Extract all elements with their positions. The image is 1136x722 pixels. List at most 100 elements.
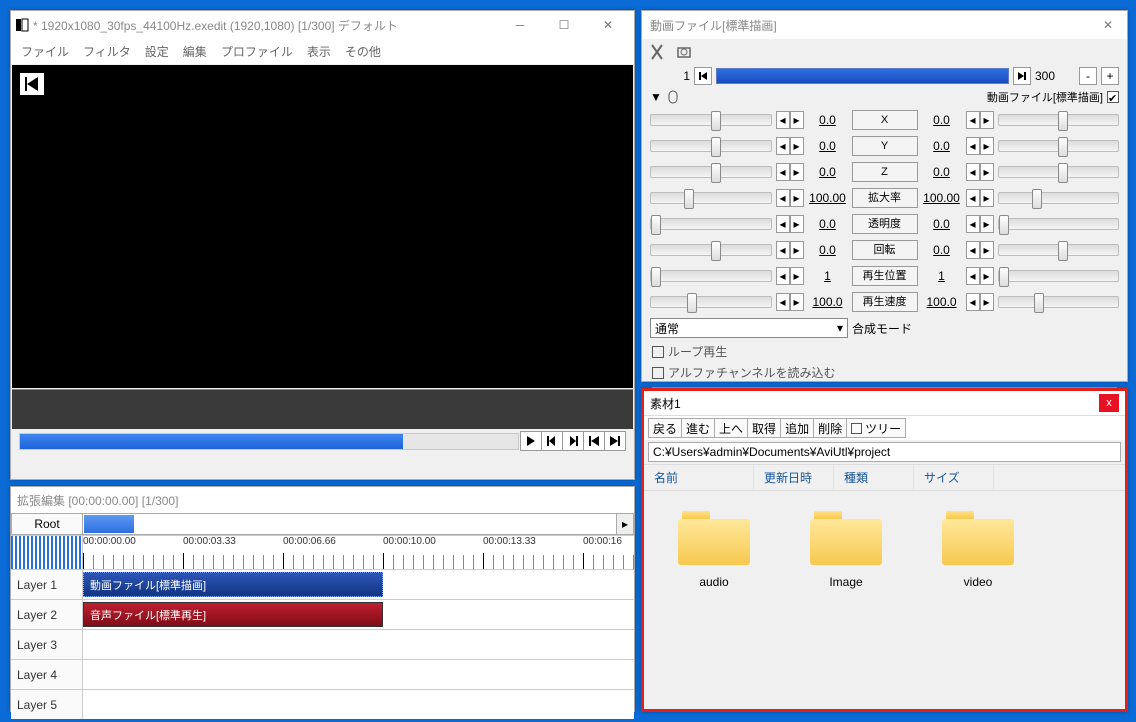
param-button[interactable]: 再生位置 (852, 266, 918, 286)
play-button[interactable] (520, 431, 542, 451)
col-date[interactable]: 更新日時 (754, 465, 834, 490)
spin-up[interactable]: ▸ (790, 215, 804, 233)
fb-up-button[interactable]: 上へ (714, 418, 748, 438)
spin-down[interactable]: ◂ (966, 215, 980, 233)
slider-right[interactable] (998, 270, 1120, 282)
spin-up[interactable]: ▸ (790, 267, 804, 285)
spin-up[interactable]: ▸ (790, 111, 804, 129)
spin-up[interactable]: ▸ (980, 293, 994, 311)
seek-start-button[interactable] (694, 67, 712, 85)
fb-close-button[interactable]: x (1099, 394, 1119, 412)
seek-scrollbar[interactable] (19, 433, 519, 450)
menu-edit[interactable]: 編集 (183, 43, 207, 60)
value-right[interactable]: 0.0 (922, 139, 962, 153)
fb-back-button[interactable]: 戻る (648, 418, 682, 438)
goto-start-icon[interactable] (20, 73, 44, 95)
timeline-title[interactable]: 拡張編集 [00:00:00.00] [1/300] (11, 487, 634, 513)
clip-video[interactable]: 動画ファイル[標準描画] (83, 572, 383, 597)
slider-left[interactable] (650, 270, 772, 282)
layer-track[interactable] (83, 690, 634, 719)
spin-up[interactable]: ▸ (980, 189, 994, 207)
slider-right[interactable] (998, 218, 1120, 230)
spin-down[interactable]: ◂ (776, 111, 790, 129)
loop-checkbox[interactable] (652, 346, 664, 358)
fb-get-button[interactable]: 取得 (747, 418, 781, 438)
spin-up[interactable]: ▸ (790, 137, 804, 155)
slider-right[interactable] (998, 114, 1120, 126)
value-right[interactable]: 100.00 (922, 191, 962, 205)
seek-bar[interactable] (716, 68, 1009, 84)
slider-left[interactable] (650, 296, 772, 308)
spin-up[interactable]: ▸ (980, 267, 994, 285)
value-left[interactable]: 0.0 (808, 165, 848, 179)
layer-label[interactable]: Layer 2 (11, 600, 83, 629)
slider-left[interactable] (650, 218, 772, 230)
enable-checkbox[interactable]: ✔ (1107, 91, 1119, 103)
main-titlebar[interactable]: * 1920x1080_30fps_44100Hz.exedit (1920,1… (11, 11, 634, 39)
menu-profile[interactable]: プロファイル (221, 43, 293, 60)
value-right[interactable]: 0.0 (922, 113, 962, 127)
slider-right[interactable] (998, 166, 1120, 178)
menu-setting[interactable]: 設定 (145, 43, 169, 60)
slider-right[interactable] (998, 140, 1120, 152)
close-button[interactable]: ✕ (586, 11, 630, 39)
fb-add-button[interactable]: 追加 (780, 418, 814, 438)
spin-up[interactable]: ▸ (790, 293, 804, 311)
slider-left[interactable] (650, 244, 772, 256)
spin-up[interactable]: ▸ (980, 137, 994, 155)
time-ruler[interactable]: 00:00:00.00 00:00:03.33 00:00:06.66 00:0… (83, 536, 634, 569)
value-left[interactable]: 0.0 (808, 217, 848, 231)
menu-view[interactable]: 表示 (307, 43, 331, 60)
slider-left[interactable] (650, 166, 772, 178)
value-left[interactable]: 0.0 (808, 139, 848, 153)
video-preview[interactable] (12, 65, 633, 388)
alpha-checkbox[interactable] (652, 367, 664, 379)
spin-down[interactable]: ◂ (776, 215, 790, 233)
camera-icon[interactable] (676, 43, 694, 61)
fb-path-input[interactable] (648, 442, 1121, 462)
spin-down[interactable]: ◂ (966, 293, 980, 311)
layer-label[interactable]: Layer 3 (11, 630, 83, 659)
param-button[interactable]: X (852, 110, 918, 130)
spin-down[interactable]: ◂ (966, 189, 980, 207)
scroll-right-button[interactable]: ▸ (616, 514, 633, 534)
layer-track[interactable]: 動画ファイル[標準描画] (83, 570, 634, 599)
value-right[interactable]: 1 (922, 269, 962, 283)
layer-label[interactable]: Layer 1 (11, 570, 83, 599)
param-button[interactable]: 拡大率 (852, 188, 918, 208)
seek-end-button[interactable] (1013, 67, 1031, 85)
prev-frame-button[interactable] (541, 431, 563, 451)
spin-up[interactable]: ▸ (980, 163, 994, 181)
spin-down[interactable]: ◂ (776, 293, 790, 311)
timeline-hscroll[interactable]: ▸ (82, 513, 634, 535)
spin-down[interactable]: ◂ (776, 137, 790, 155)
value-right[interactable]: 0.0 (922, 165, 962, 179)
col-size[interactable]: サイズ (914, 465, 994, 490)
spin-up[interactable]: ▸ (790, 189, 804, 207)
spin-down[interactable]: ◂ (776, 267, 790, 285)
prop-titlebar[interactable]: 動画ファイル[標準描画] ✕ (642, 11, 1127, 39)
param-button[interactable]: Z (852, 162, 918, 182)
col-type[interactable]: 種類 (834, 465, 914, 490)
value-left[interactable]: 0.0 (808, 113, 848, 127)
goto-first-button[interactable] (583, 431, 605, 451)
fb-tree-toggle[interactable]: ツリー (846, 418, 906, 438)
param-button[interactable]: 再生速度 (852, 292, 918, 312)
slider-right[interactable] (998, 192, 1120, 204)
value-right[interactable]: 100.0 (922, 295, 962, 309)
slider-left[interactable] (650, 140, 772, 152)
minimize-button[interactable]: ─ (498, 11, 542, 39)
value-right[interactable]: 0.0 (922, 217, 962, 231)
prop-plus-button[interactable]: + (1101, 67, 1119, 85)
param-button[interactable]: 回転 (852, 240, 918, 260)
value-left[interactable]: 0.0 (808, 243, 848, 257)
spin-down[interactable]: ◂ (776, 241, 790, 259)
menu-other[interactable]: その他 (345, 43, 381, 60)
value-left[interactable]: 100.0 (808, 295, 848, 309)
value-left[interactable]: 100.00 (808, 191, 848, 205)
spin-down[interactable]: ◂ (776, 163, 790, 181)
next-frame-button[interactable] (562, 431, 584, 451)
spin-down[interactable]: ◂ (966, 241, 980, 259)
prop-close-button[interactable]: ✕ (1093, 11, 1123, 39)
slider-right[interactable] (998, 244, 1120, 256)
